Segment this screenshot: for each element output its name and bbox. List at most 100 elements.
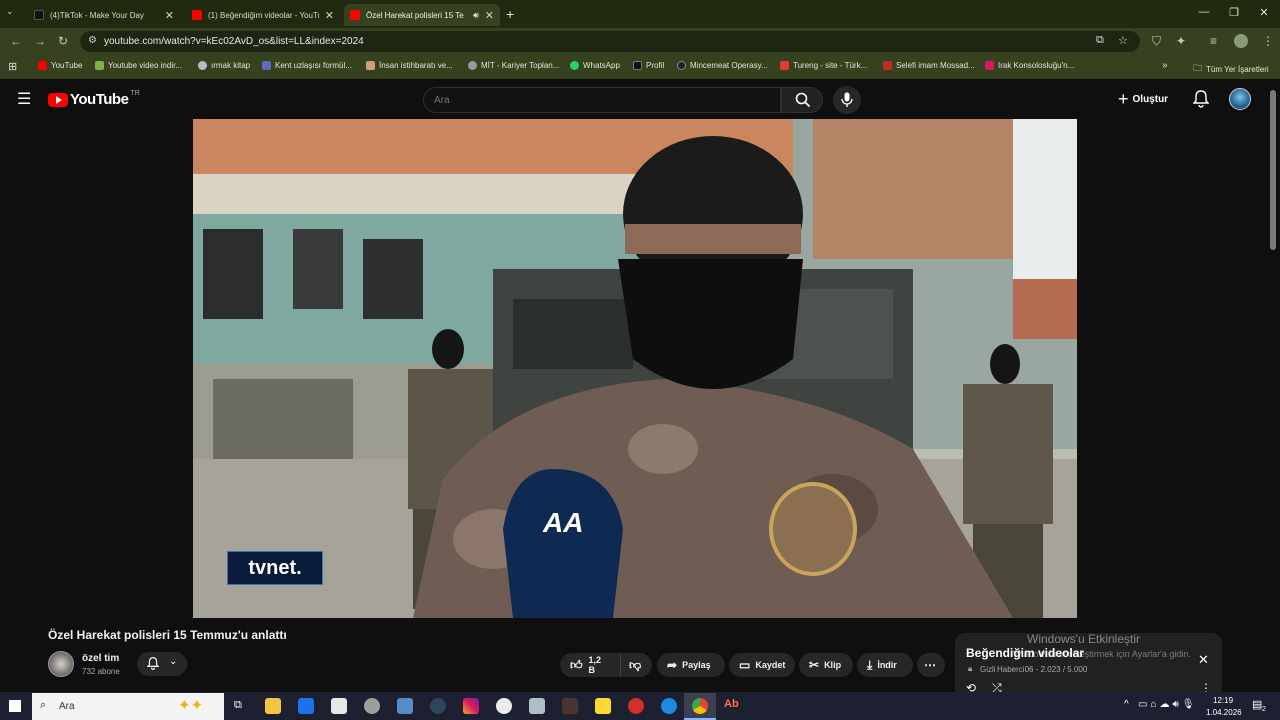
audio-playing-icon[interactable]: 🔊︎ — [473, 10, 479, 21]
tray-chevron-icon[interactable]: ^ — [1124, 699, 1129, 710]
clock-date[interactable]: 1.04.2026 — [1206, 708, 1242, 717]
create-button[interactable]: + Oluştur — [1118, 88, 1168, 110]
notes-icon[interactable] — [595, 698, 611, 714]
bookmark-mincemeat[interactable]: Mincemeat Operasy... — [677, 61, 768, 70]
notifications-bell-icon[interactable] — [1193, 90, 1209, 108]
apps-grid-icon[interactable]: ⊞ — [8, 60, 17, 73]
mail-icon[interactable] — [298, 698, 314, 714]
omnibox[interactable]: ⚙ youtube.com/watch?v=kEc02AvD_os&list=L… — [80, 31, 1140, 52]
game-icon[interactable] — [562, 698, 578, 714]
address-toolbar: ← → ↻ ⚙ youtube.com/watch?v=kEc02AvD_os&… — [0, 28, 1280, 55]
tvnet-watermark: tvnet. — [227, 551, 323, 585]
tab-tiktok[interactable]: (4)TikTok - Make Your Day ✕ — [28, 4, 180, 26]
chatgpt-icon[interactable] — [496, 698, 512, 714]
search-box[interactable] — [423, 87, 781, 113]
search-button[interactable] — [781, 87, 823, 113]
subscribe-bell-button[interactable]: ⌄ — [137, 652, 187, 676]
chevron-down-icon: ⌄ — [169, 656, 178, 667]
reload-icon[interactable]: ↻ — [58, 34, 68, 48]
media-control-icon[interactable]: ≡ — [1210, 34, 1217, 48]
red-app-icon[interactable] — [628, 698, 644, 714]
tab-label: Özel Harekat polisleri 15 Te — [366, 10, 464, 20]
url-text[interactable]: youtube.com/watch?v=kEc02AvD_os&list=LL&… — [104, 36, 364, 47]
more-actions-button[interactable]: ⋯ — [917, 653, 945, 677]
bookmark-mit-kariyer[interactable]: MİT - Kariyer Toplan... — [468, 61, 559, 70]
close-playlist-icon[interactable]: ✕ — [1198, 652, 1209, 668]
clock-time[interactable]: 12:19 — [1213, 696, 1233, 705]
close-window-icon[interactable]: ✕ — [1252, 6, 1276, 19]
download-icon: ⤓ — [867, 657, 873, 672]
notification-count: 2 — [1262, 706, 1266, 713]
page-scrollbar[interactable] — [1270, 90, 1276, 250]
video-player[interactable]: AA tvnet. — [193, 119, 1077, 618]
app-icon[interactable] — [529, 698, 545, 714]
folder-icon: 🗀 — [1193, 63, 1203, 73]
bookmark-irmak-kitap[interactable]: ırmak kitap — [198, 61, 250, 70]
plus-icon: + — [1118, 88, 1129, 109]
bookmark-selefi-imam[interactable]: Selefi imam Mossad... — [883, 61, 975, 70]
activation-title: Windows'u Etkinleştir — [1027, 632, 1140, 646]
profile-avatar[interactable] — [1234, 34, 1248, 48]
channel-name[interactable]: özel tim — [82, 653, 119, 664]
bookmark-kent-uzlasisi[interactable]: Kent uzlaşısı formül... — [262, 61, 352, 70]
bookmark-irak-konsoloslugu[interactable]: Irak Konsolosluğu'n... — [985, 61, 1074, 70]
bookmark-star-icon[interactable]: ☆ — [1118, 34, 1128, 47]
instagram-icon[interactable] — [463, 698, 479, 714]
voice-search-button[interactable] — [833, 86, 861, 114]
settings-icon[interactable] — [364, 698, 380, 714]
subscriber-count: 732 abone — [82, 667, 120, 676]
tab-current-video[interactable]: Özel Harekat polisleri 15 Te 🔊︎ ✕ — [344, 4, 500, 26]
steam-icon[interactable] — [430, 698, 446, 714]
task-view-icon[interactable]: ⧉ — [234, 699, 242, 712]
dislike-button[interactable]: 👎︎ — [620, 653, 652, 677]
monitor-app-icon[interactable] — [397, 698, 413, 714]
video-title: Özel Harekat polisleri 15 Temmuz'u anlat… — [48, 628, 287, 642]
forward-icon[interactable]: → — [34, 34, 46, 48]
search-input[interactable] — [434, 92, 764, 108]
close-tab-icon[interactable]: ✕ — [325, 9, 334, 22]
share-button[interactable]: ➦ Paylaş — [657, 653, 725, 677]
chrome-taskbar-button[interactable] — [684, 693, 716, 720]
youtube-logo[interactable]: YouTube TR — [48, 90, 140, 108]
globe-icon — [198, 61, 207, 70]
download-button[interactable]: ⤓ İndir — [857, 653, 913, 677]
install-app-icon[interactable]: ⧉ — [1096, 34, 1104, 47]
restore-icon[interactable]: ❐ — [1222, 6, 1246, 19]
like-button[interactable]: 👍︎ 1,2 B — [560, 653, 620, 677]
bookmark-youtube[interactable]: YouTube — [38, 61, 82, 70]
tray-icons[interactable]: ▭⌂☁🔊︎🎙︎ — [1138, 699, 1197, 710]
bookmark-profil[interactable]: Profil — [633, 61, 664, 70]
save-button[interactable]: ▭ Kaydet — [729, 653, 795, 677]
tab-liked-videos[interactable]: (1) Beğendiğim videolar - YouTube ✕ — [186, 4, 340, 26]
more-bookmarks-icon[interactable]: » — [1162, 60, 1168, 71]
hamburger-menu-icon[interactable]: ☰ — [17, 89, 31, 109]
app-text-icon[interactable]: Ab — [724, 698, 739, 710]
site-icon — [985, 61, 994, 70]
new-tab-button[interactable]: + — [506, 6, 514, 22]
bookmark-video-downloader[interactable]: Youtube video indir... — [95, 61, 182, 70]
extensions-icon[interactable]: ✦ — [1176, 34, 1186, 48]
share-icon: ➦ — [667, 658, 678, 672]
microphone-icon — [841, 92, 853, 107]
all-bookmarks-folder[interactable]: 🗀 Tüm Yer İşaretleri — [1193, 61, 1269, 77]
site-info-icon[interactable]: ⚙ — [88, 35, 97, 46]
edge-icon[interactable] — [661, 698, 677, 714]
file-explorer-icon[interactable] — [265, 698, 281, 714]
taskbar-search-box[interactable]: ⌕ Ara ✦✦ — [32, 693, 224, 720]
minimize-icon[interactable]: — — [1192, 6, 1216, 18]
shield-extension-icon[interactable]: ⛉ — [1152, 34, 1161, 49]
windows-start-icon[interactable] — [9, 700, 21, 712]
chrome-menu-icon[interactable]: ⋮ — [1262, 34, 1274, 48]
close-tab-icon[interactable]: ✕ — [485, 9, 494, 22]
clip-button[interactable]: ✂ Klip — [799, 653, 853, 677]
tab-search-button[interactable]: ⌄ — [6, 6, 14, 17]
back-icon[interactable]: ← — [10, 34, 22, 48]
bookmark-whatsapp[interactable]: WhatsApp — [570, 61, 620, 70]
channel-avatar[interactable] — [48, 651, 74, 677]
close-tab-icon[interactable]: ✕ — [165, 9, 174, 22]
store-icon[interactable] — [331, 698, 347, 714]
notification-center-icon[interactable]: ▤ — [1252, 698, 1262, 711]
bookmark-tureng[interactable]: Tureng - site - Türk... — [780, 61, 867, 70]
account-avatar[interactable] — [1229, 88, 1251, 110]
bookmark-insan-istihbarati[interactable]: İnsan istihbaratı ve... — [366, 61, 453, 70]
